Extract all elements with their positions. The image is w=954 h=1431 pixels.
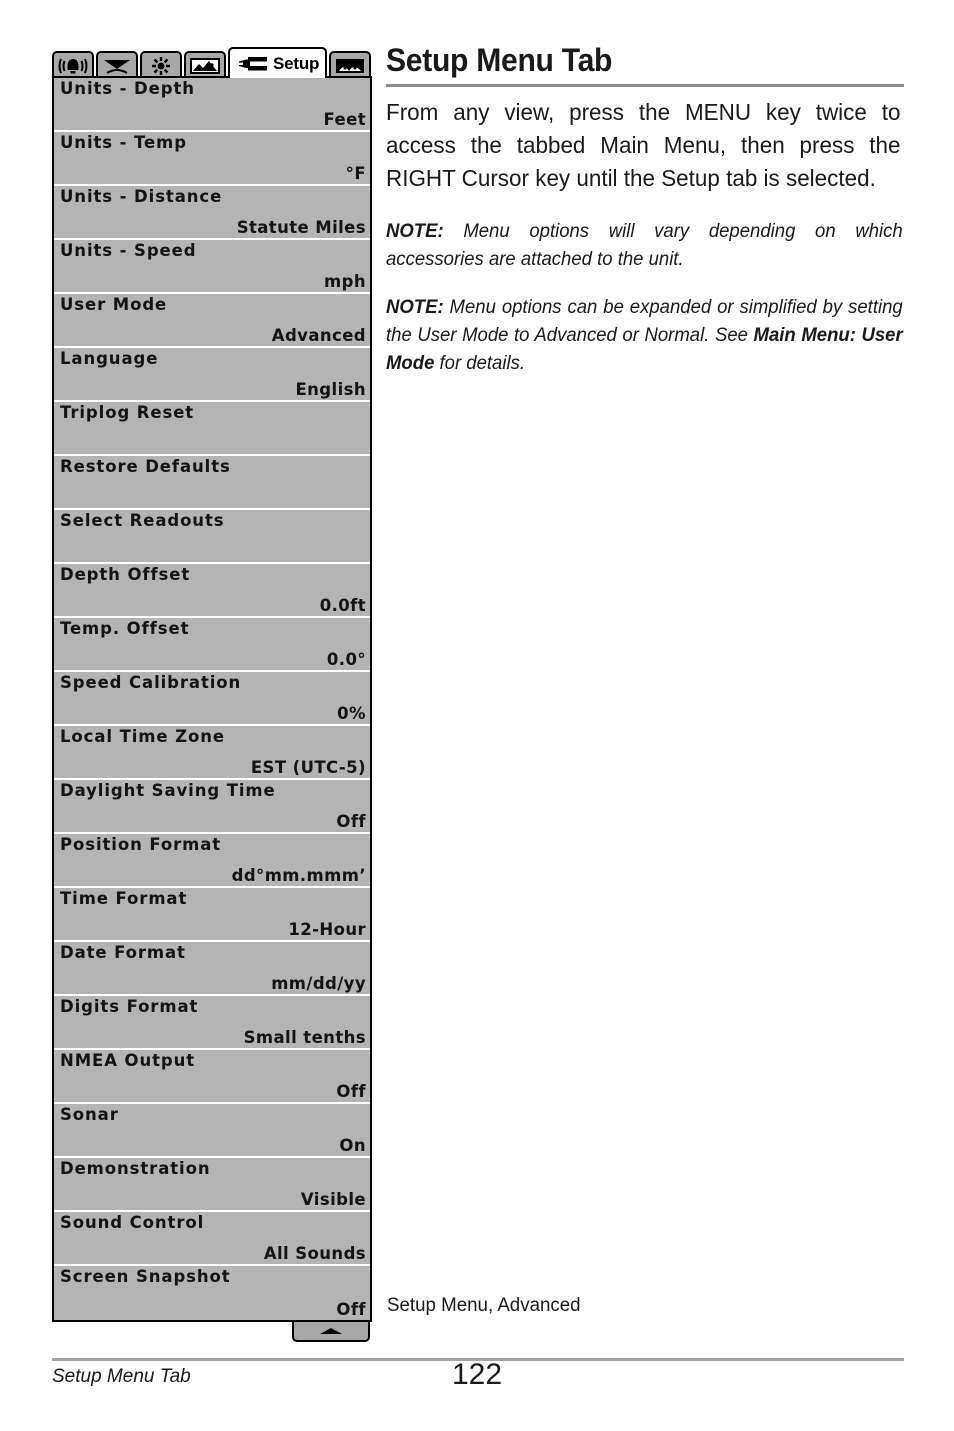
sidebar-item-views[interactable]	[329, 51, 372, 78]
menu-row-label: Date Format	[60, 943, 186, 962]
menu-row[interactable]: Depth Offset 0.0ft	[54, 564, 370, 618]
menu-row-value: Advanced	[271, 326, 366, 345]
menu-row-value: EST (UTC-5)	[250, 758, 366, 777]
note-label: NOTE:	[386, 296, 444, 318]
menu-row[interactable]: Local Time Zone EST (UTC-5)	[54, 726, 370, 780]
menu-row[interactable]: Units - Temp °F	[54, 132, 370, 186]
menu-row-label: Depth Offset	[60, 565, 191, 584]
article-column: Setup Menu Tab From any view, press the …	[386, 42, 904, 397]
sidebar-item-display[interactable]	[140, 51, 182, 78]
menu-row[interactable]: Units - Depth Feet	[54, 78, 370, 132]
menu-row-label: User Mode	[60, 295, 168, 314]
wrench-screwdriver-icon	[238, 56, 267, 70]
menu-row-value: Small tenths	[243, 1028, 366, 1047]
menu-row-label: NMEA Output	[60, 1051, 196, 1070]
menu-row-label: Daylight Saving Time	[60, 781, 276, 800]
menu-row-value: English	[295, 380, 366, 399]
scroll-more-tab[interactable]	[292, 1322, 370, 1342]
menu-row-value: Statute Miles	[236, 218, 366, 237]
menu-row-value: Feet	[323, 110, 366, 129]
menu-row-value: 0.0°	[326, 650, 366, 669]
menu-row-label: Units - Speed	[60, 241, 197, 260]
menu-row[interactable]: Temp. Offset 0.0°	[54, 618, 370, 672]
menu-row-value: 0%	[337, 704, 366, 723]
menu-row[interactable]: Units - Distance Statute Miles	[54, 186, 370, 240]
menu-row-label: Temp. Offset	[60, 619, 190, 638]
menu-row-value: Off	[336, 1300, 366, 1319]
scroll-up-arrow-icon	[320, 1328, 342, 1334]
footer-page-number: 122	[452, 1358, 503, 1391]
menu-row-value: dd°mm.mmm’	[231, 866, 366, 885]
menu-row[interactable]: Digits Format Small tenths	[54, 996, 370, 1050]
page-title: Setup Menu Tab	[386, 42, 613, 78]
menu-row[interactable]: Position Format dd°mm.mmm’	[54, 834, 370, 888]
menu-row-value: mph	[324, 272, 366, 291]
menu-row[interactable]: Sonar On	[54, 1104, 370, 1158]
note-text-after: for details.	[434, 352, 525, 374]
menu-row-label: Time Format	[60, 889, 188, 908]
menu-row[interactable]: User Mode Advanced	[54, 294, 370, 348]
menu-row[interactable]: Restore Defaults	[54, 456, 370, 510]
menu-row[interactable]: Time Format 12-Hour	[54, 888, 370, 942]
setup-menu-screenshot: Setup Units - Depth Feet Units - Temp °F Uni…	[52, 45, 372, 1344]
menu-row-label: Select Readouts	[60, 511, 225, 530]
bell-alarm-icon	[58, 58, 88, 73]
note-label: NOTE:	[386, 220, 444, 242]
menu-row-label: Digits Format	[60, 997, 199, 1016]
lcd-bottom-strip	[52, 1322, 372, 1344]
menu-row[interactable]: Demonstration Visible	[54, 1158, 370, 1212]
menu-row-label: Demonstration	[60, 1159, 211, 1178]
chart-map-icon	[190, 57, 220, 74]
menu-row[interactable]: Screen Snapshot Off	[54, 1266, 370, 1320]
menu-row-label: Restore Defaults	[60, 457, 231, 476]
sidebar-item-chart[interactable]	[184, 51, 226, 78]
intro-paragraph: From any view, press the MENU key twice …	[386, 99, 901, 191]
views-landscape-icon	[336, 58, 365, 73]
menu-row-label: Speed Calibration	[60, 673, 242, 692]
menu-row[interactable]: Units - Speed mph	[54, 240, 370, 294]
menu-row[interactable]: Speed Calibration 0%	[54, 672, 370, 726]
menu-row[interactable]: Select Readouts	[54, 510, 370, 564]
menu-row-value: 0.0ft	[319, 596, 366, 615]
note-text: Menu options will vary depending on whic…	[386, 220, 903, 270]
menu-row-value: mm/dd/yy	[271, 974, 366, 993]
menu-row-value: °F	[345, 164, 366, 183]
menu-row-label: Sound Control	[60, 1213, 205, 1232]
menu-row-value: Off	[336, 812, 366, 831]
menu-row-label: Position Format	[60, 835, 222, 854]
menu-row-value: Visible	[300, 1190, 366, 1209]
figure-caption: Setup Menu, Advanced	[387, 1294, 581, 1316]
setup-menu-list: Units - Depth Feet Units - Temp °F Units - D…	[52, 76, 372, 1322]
sonar-cone-icon	[104, 59, 130, 74]
menu-row-label: Units - Temp	[60, 133, 187, 152]
menu-row[interactable]: Date Format mm/dd/yy	[54, 942, 370, 996]
title-divider	[386, 84, 904, 87]
menu-row[interactable]: NMEA Output Off	[54, 1050, 370, 1104]
menu-row[interactable]: Triplog Reset	[54, 402, 370, 456]
menu-row-label: Units - Depth	[60, 79, 195, 98]
menu-row-label: Triplog Reset	[60, 403, 195, 422]
main-menu-tab-strip: Setup	[52, 45, 372, 78]
tab-setup-label: Setup	[273, 53, 320, 73]
footer-running-head: Setup Menu Tab	[52, 1366, 191, 1387]
menu-row-label: Screen Snapshot	[60, 1267, 231, 1286]
sun-brightness-icon	[152, 56, 170, 75]
menu-row-value: 12-Hour	[288, 920, 366, 939]
menu-row[interactable]: Language English	[54, 348, 370, 402]
sidebar-item-sonar[interactable]	[96, 51, 138, 78]
sidebar-item-alarms[interactable]	[52, 51, 94, 78]
note-paragraph-1: NOTE: Menu options will vary depending o…	[386, 217, 903, 273]
menu-row-value: On	[339, 1136, 366, 1155]
menu-row[interactable]: Sound Control All Sounds	[54, 1212, 370, 1266]
menu-row-value: All Sounds	[263, 1244, 366, 1263]
menu-row-label: Sonar	[60, 1105, 119, 1124]
menu-row-value: Off	[336, 1082, 366, 1101]
menu-row[interactable]: Daylight Saving Time Off	[54, 780, 370, 834]
tab-setup[interactable]: Setup	[228, 47, 328, 78]
menu-row-label: Language	[60, 349, 159, 368]
note-paragraph-2: NOTE: Menu options can be expanded or si…	[386, 293, 903, 377]
menu-row-label: Units - Distance	[60, 187, 223, 206]
menu-row-label: Local Time Zone	[60, 727, 225, 746]
